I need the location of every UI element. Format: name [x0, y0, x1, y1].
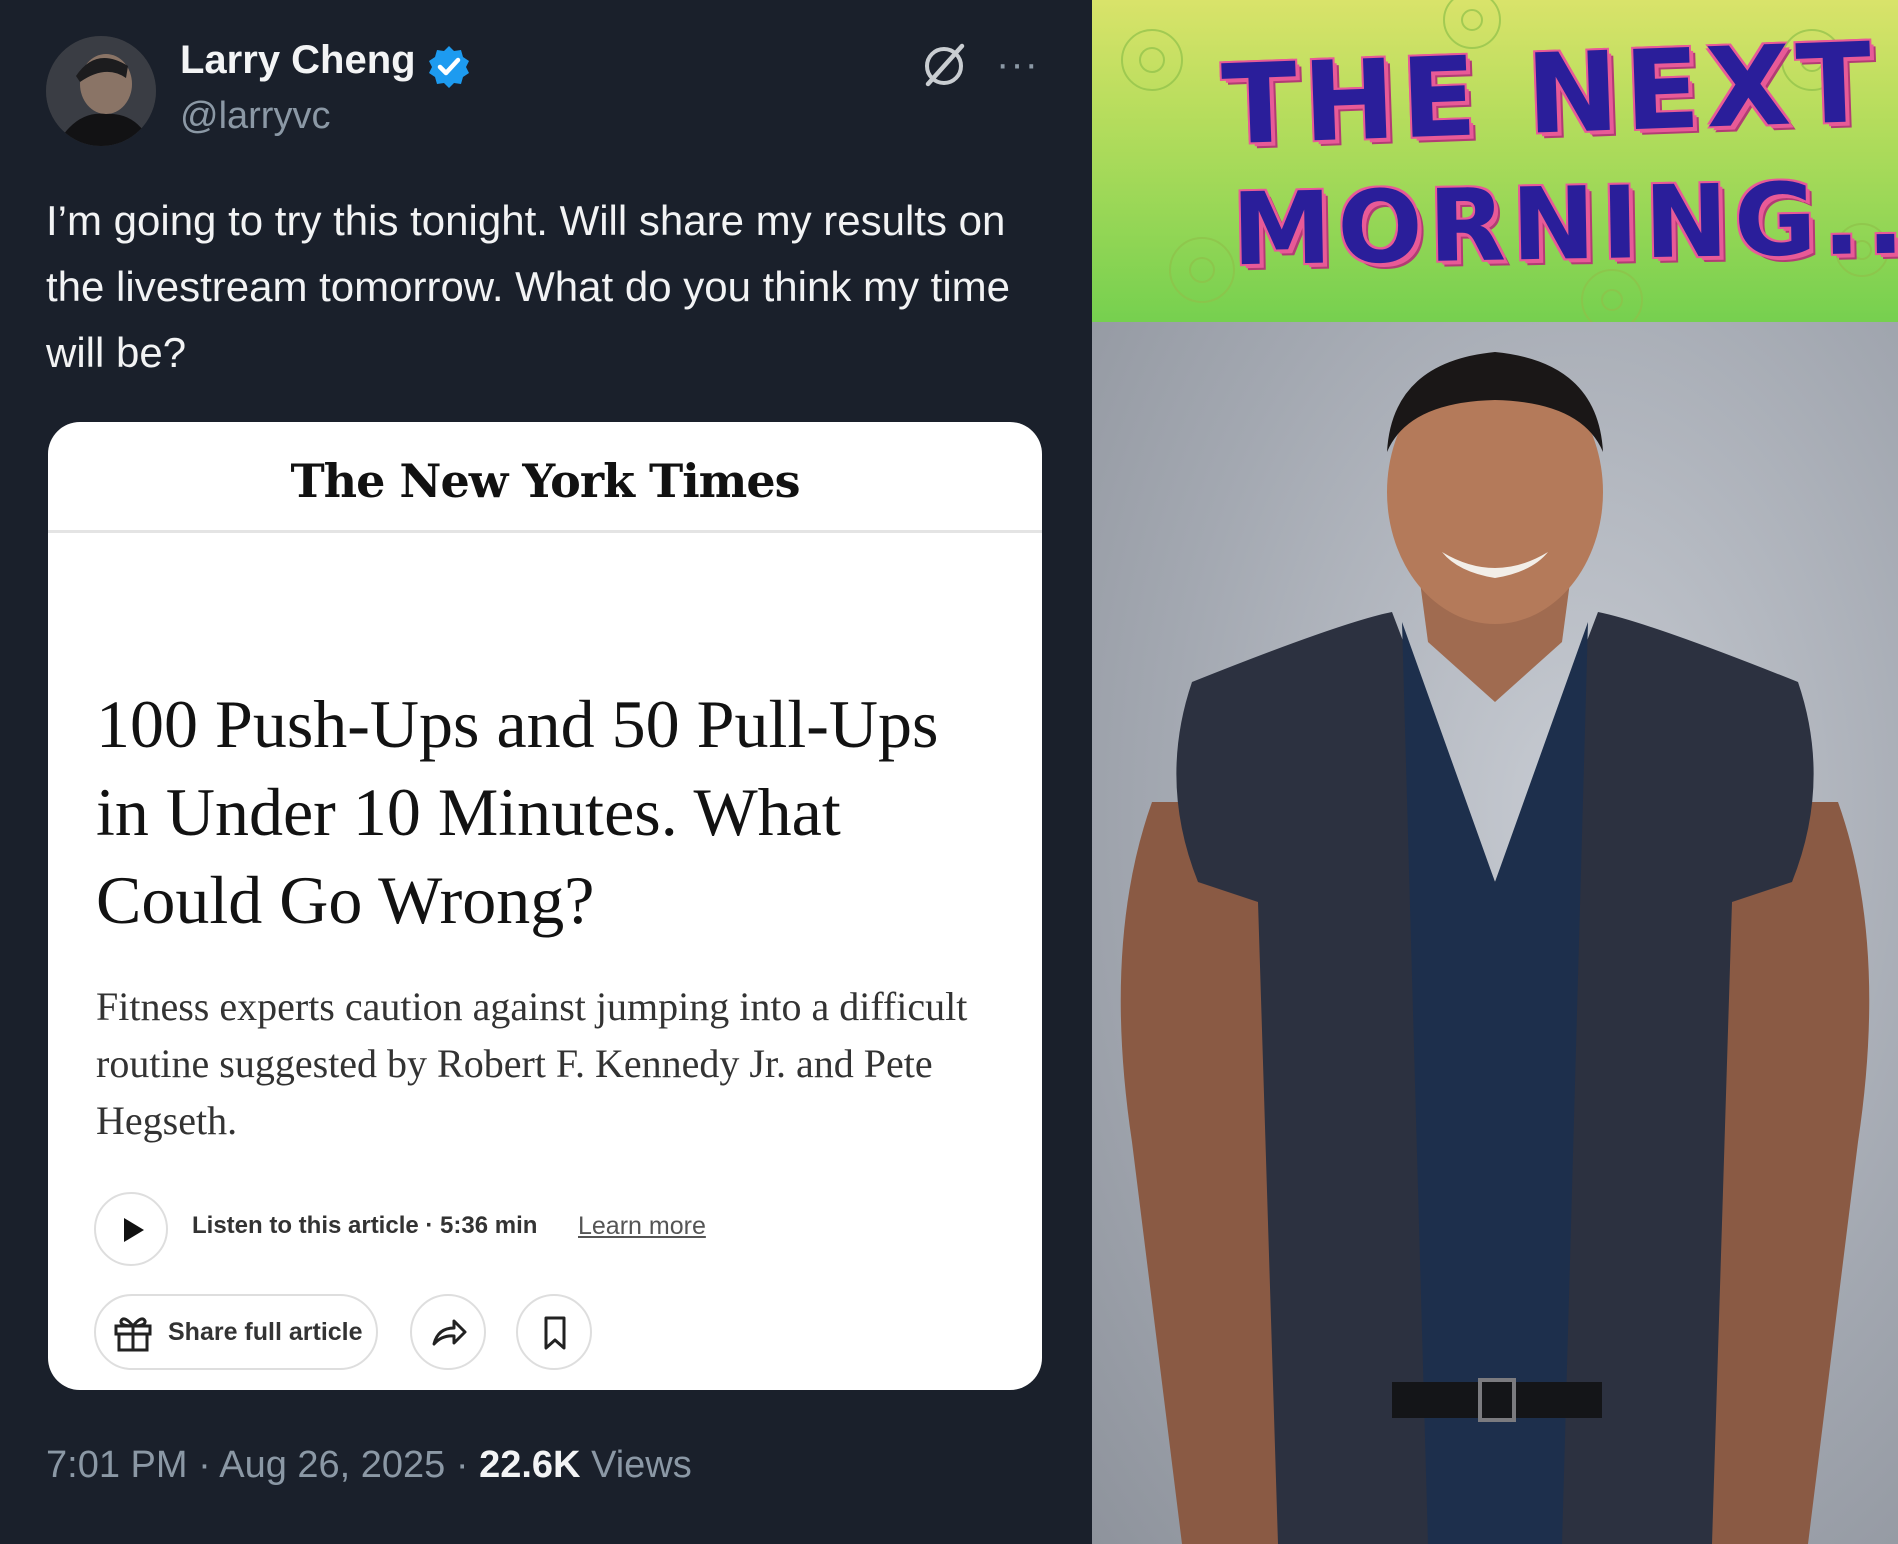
title-card-line-1: THE NEXT [1219, 18, 1880, 170]
save-article-button[interactable] [516, 1294, 592, 1370]
tweet-panel: Larry Cheng @larryvc ··· I’m going to tr… [0, 0, 1092, 1544]
listen-label: Listen to this article · 5:36 min [192, 1212, 538, 1239]
learn-more-link[interactable]: Learn more [578, 1212, 706, 1241]
bookmark-icon [544, 1316, 566, 1350]
author-avatar[interactable] [46, 36, 156, 146]
author-name[interactable]: Larry Cheng [180, 38, 416, 83]
title-card: THE NEXT MORNING... [1092, 0, 1898, 322]
grok-icon[interactable] [918, 40, 970, 92]
article-headline[interactable]: 100 Push-Ups and 50 Pull-Ups in Under 10… [96, 680, 996, 944]
separator: · [198, 1444, 211, 1486]
share-full-article-label: Share full article [168, 1318, 363, 1346]
meme-image-panel: THE NEXT MORNING... [1092, 0, 1898, 1544]
article-card[interactable]: The New York Times 100 Push-Ups and 50 P… [48, 422, 1042, 1390]
play-audio-button[interactable] [94, 1192, 168, 1266]
tweet-text: I’m going to try this tonight. Will shar… [46, 197, 1011, 376]
share-button[interactable] [410, 1294, 486, 1370]
nyt-logo: The New York Times [290, 454, 800, 508]
verified-badge-icon [429, 46, 469, 88]
more-options-icon[interactable]: ··· [996, 44, 1039, 84]
share-full-article-button[interactable]: Share full article [94, 1294, 378, 1370]
tweet-time[interactable]: 7:01 PM [46, 1444, 188, 1486]
views-count: 22.6K [479, 1444, 581, 1486]
muscular-man-photo [1092, 322, 1898, 1544]
tweet-metadata: 7:01 PM · Aug 26, 2025 · 22.6K Views [46, 1444, 692, 1487]
gift-icon [114, 1317, 152, 1352]
author-handle[interactable]: @larryvc [180, 95, 330, 138]
title-card-line-2: MORNING... [1231, 158, 1898, 289]
play-icon [124, 1218, 144, 1242]
separator: · [455, 1444, 469, 1486]
article-summary: Fitness experts caution against jumping … [96, 984, 968, 1143]
views-label: Views [591, 1444, 692, 1486]
masthead-divider [48, 530, 1042, 533]
tweet-date[interactable]: Aug 26, 2025 [219, 1444, 445, 1486]
share-arrow-icon [432, 1319, 467, 1346]
